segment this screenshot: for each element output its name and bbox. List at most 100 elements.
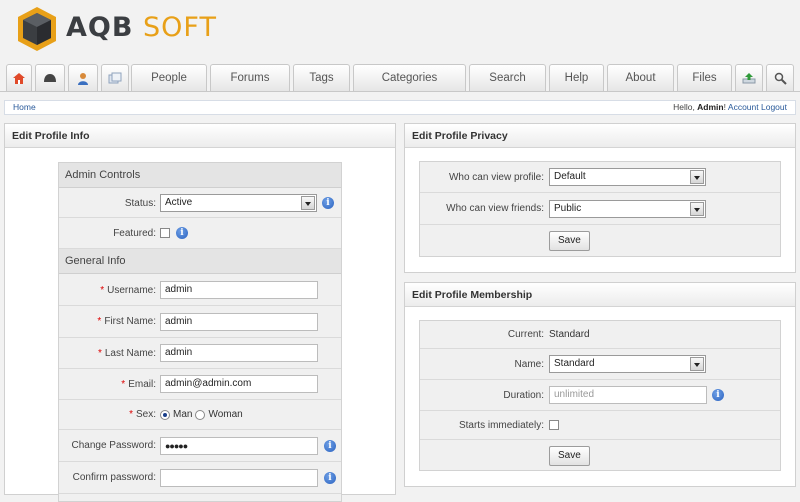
user-greeting: Hello, Admin! Account Logout — [673, 101, 787, 114]
view-friends-select[interactable]: Public — [549, 199, 706, 218]
membership-name-row: Name: Standard — [420, 349, 780, 380]
logo[interactable]: AQB SOFT — [66, 12, 217, 43]
chevron-down-icon — [690, 201, 704, 216]
logout-link[interactable]: Logout — [761, 102, 787, 112]
nav-tab-about[interactable]: About — [607, 64, 674, 91]
current-membership-value: Standard — [549, 329, 590, 340]
starts-immediately-control — [549, 411, 559, 439]
email-input[interactable]: admin@admin.com — [160, 375, 318, 393]
view-profile-control: Default — [549, 162, 706, 192]
nav-tab-files[interactable]: Files — [677, 64, 732, 91]
starts-immediately-checkbox[interactable] — [549, 420, 559, 430]
featured-label-text: Featured: — [113, 227, 156, 239]
user-icon — [78, 72, 88, 85]
status-row: Status: Active i — [59, 189, 341, 218]
duration-input[interactable]: unlimited — [549, 386, 707, 404]
featured-row: Featured: i — [59, 218, 341, 249]
privacy-save-button[interactable]: Save — [549, 231, 590, 251]
view-profile-select[interactable]: Default — [549, 168, 706, 186]
info-icon[interactable]: i — [322, 197, 334, 209]
account-link[interactable]: Account — [728, 102, 759, 112]
sex-option-man-label[interactable]: Man — [173, 409, 192, 420]
main-nav: People Forums Tags Categories Search Hel… — [0, 64, 800, 92]
duration-row: Duration: unlimited i — [420, 380, 780, 411]
info-icon[interactable]: i — [176, 227, 188, 239]
nav-upload-button[interactable] — [735, 64, 763, 91]
info-icon[interactable]: i — [324, 439, 336, 452]
membership-actions-row: Save — [420, 440, 780, 472]
nav-divider — [0, 91, 800, 92]
breadcrumb-bar: Home Hello, Admin! Account Logout — [4, 100, 796, 115]
privacy-form: Who can view profile: Default Who can vi… — [419, 161, 781, 257]
sex-option-woman-label[interactable]: Woman — [208, 409, 242, 420]
featured-checkbox[interactable] — [160, 228, 170, 238]
confirm-password-label-text: Confirm password: — [72, 472, 156, 483]
view-profile-select-value: Default — [554, 171, 586, 182]
first-name-input[interactable]: admin — [160, 312, 318, 331]
last-name-label: * Last Name: — [98, 338, 156, 368]
privacy-actions-row: Save — [420, 225, 780, 257]
membership-name-select[interactable]: Standard — [549, 355, 706, 373]
status-select-value: Active — [165, 197, 193, 208]
last-name-input[interactable]: admin — [160, 344, 318, 362]
nav-user-button[interactable] — [68, 64, 98, 91]
nav-helmet-button[interactable] — [35, 64, 65, 91]
membership-save-button[interactable]: Save — [549, 446, 590, 466]
membership-form: Current: Standard Name: Standard Duratio… — [419, 320, 781, 471]
helmet-icon — [44, 74, 56, 82]
admin-controls-heading: Admin Controls — [59, 163, 341, 188]
sex-radio-man[interactable] — [160, 409, 170, 420]
logo-cube-icon — [18, 7, 56, 51]
change-password-label-text: Change Password: — [71, 440, 157, 451]
edit-profile-info-panel: Edit Profile Info Admin Controls Status:… — [4, 123, 396, 502]
nav-tab-people[interactable]: People — [131, 64, 207, 91]
sex-control: Man Woman — [160, 400, 246, 429]
header: AQB SOFT — [0, 0, 800, 62]
first-name-row: * First Name: admin — [59, 306, 341, 338]
current-row: Current: Standard — [420, 321, 780, 349]
confirm-password-label: Confirm password: — [73, 462, 156, 493]
view-profile-label-text: Who can view profile: — [448, 171, 544, 183]
required-mark: * — [97, 316, 102, 327]
nav-tab-search[interactable]: Search — [469, 64, 546, 91]
nav-search-button[interactable] — [766, 64, 794, 91]
first-name-label-text: First Name: — [104, 316, 156, 327]
upload-icon — [742, 73, 756, 84]
chevron-down-icon — [690, 357, 704, 371]
chevron-down-icon — [301, 196, 315, 210]
confirm-password-row: Confirm password: i — [59, 462, 341, 494]
status-label-text: Status: — [124, 197, 156, 209]
current-label: Current: — [508, 321, 544, 348]
nav-tab-categories[interactable]: Categories — [353, 64, 466, 91]
current-label-text: Current: — [507, 329, 544, 340]
first-name-label: * First Name: — [97, 306, 156, 337]
last-name-control: admin — [160, 338, 318, 368]
sex-radio-woman[interactable] — [195, 409, 206, 420]
breadcrumb-home-link[interactable]: Home — [13, 101, 36, 114]
greeting-exclaim: ! — [723, 102, 726, 112]
nav-home-button[interactable] — [6, 64, 32, 91]
info-icon[interactable]: i — [324, 471, 336, 484]
privacy-actions: Save — [549, 225, 590, 257]
view-friends-label: Who can view friends: — [446, 193, 544, 224]
nav-tab-forums[interactable]: Forums — [210, 64, 290, 91]
last-name-row: * Last Name: admin — [59, 338, 341, 369]
view-profile-row: Who can view profile: Default — [420, 162, 780, 193]
nav-windows-button[interactable] — [101, 64, 129, 91]
nav-tab-tags[interactable]: Tags — [293, 64, 350, 91]
last-name-label-text: Last Name: — [104, 347, 156, 359]
username-input[interactable]: admin — [160, 281, 318, 299]
change-password-input[interactable]: ●●●●● — [160, 436, 318, 455]
featured-label: Featured: — [113, 218, 156, 248]
info-icon[interactable]: i — [712, 389, 724, 401]
confirm-password-input[interactable] — [160, 468, 318, 487]
username-control: admin — [160, 275, 318, 305]
status-select[interactable]: Active — [160, 194, 317, 212]
nav-tab-help[interactable]: Help — [549, 64, 604, 91]
duration-label: Duration: — [503, 380, 544, 410]
membership-name-label: Name: — [515, 349, 544, 379]
chevron-down-icon — [690, 170, 704, 184]
starts-immediately-row: Starts immediately: — [420, 411, 780, 440]
logo-text-soft: SOFT — [143, 12, 217, 43]
membership-name-select-value: Standard — [554, 358, 595, 369]
